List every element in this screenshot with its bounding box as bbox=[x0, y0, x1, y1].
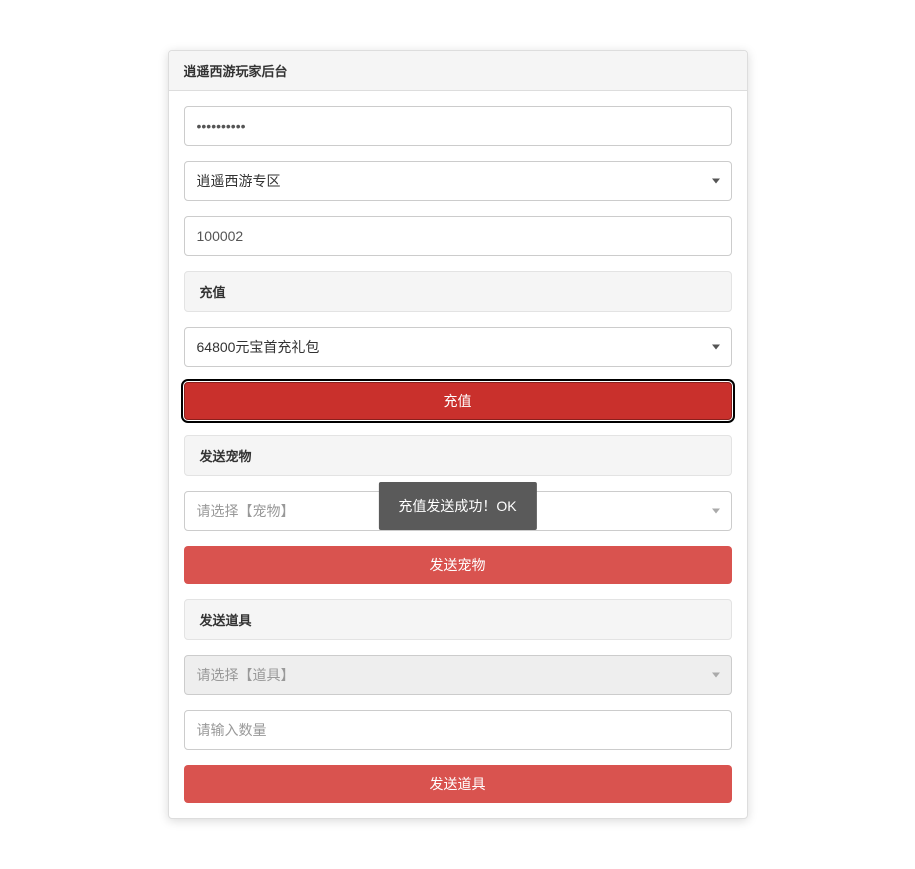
item-qty-input[interactable] bbox=[184, 710, 732, 750]
caret-down-icon bbox=[712, 179, 720, 184]
zone-select[interactable]: 逍遥西游专区 bbox=[184, 161, 732, 201]
caret-down-icon bbox=[712, 509, 720, 514]
player-id-group bbox=[184, 216, 732, 256]
admin-panel: 逍遥西游玩家后台 逍遥西游专区 充值 64800元宝首充礼包 充值 发送宠物 bbox=[168, 50, 748, 819]
package-group: 64800元宝首充礼包 bbox=[184, 327, 732, 367]
caret-down-icon bbox=[712, 345, 720, 350]
item-qty-group bbox=[184, 710, 732, 750]
zone-group: 逍遥西游专区 bbox=[184, 161, 732, 201]
panel-title: 逍遥西游玩家后台 bbox=[169, 51, 747, 91]
item-select-placeholder: 请选择【道具】 bbox=[184, 655, 732, 695]
pet-header: 发送宠物 bbox=[184, 435, 732, 476]
send-item-button[interactable]: 发送道具 bbox=[184, 765, 732, 803]
recharge-button-group: 充值 bbox=[184, 382, 732, 420]
password-input[interactable] bbox=[184, 106, 732, 146]
send-pet-button-group: 发送宠物 bbox=[184, 546, 732, 584]
toast-message: 充值发送成功！OK bbox=[378, 482, 536, 530]
zone-select-value: 逍遥西游专区 bbox=[184, 161, 732, 201]
item-select[interactable]: 请选择【道具】 bbox=[184, 655, 732, 695]
package-select-value: 64800元宝首充礼包 bbox=[184, 327, 732, 367]
recharge-header: 充值 bbox=[184, 271, 732, 312]
panel-body: 逍遥西游专区 充值 64800元宝首充礼包 充值 发送宠物 请选择【宠物】 bbox=[169, 91, 747, 818]
send-pet-button[interactable]: 发送宠物 bbox=[184, 546, 732, 584]
item-select-group: 请选择【道具】 bbox=[184, 655, 732, 695]
item-header: 发送道具 bbox=[184, 599, 732, 640]
recharge-button[interactable]: 充值 bbox=[184, 382, 732, 420]
player-id-input[interactable] bbox=[184, 216, 732, 256]
password-group bbox=[184, 106, 732, 146]
caret-down-icon bbox=[712, 673, 720, 678]
send-item-button-group: 发送道具 bbox=[184, 765, 732, 803]
package-select[interactable]: 64800元宝首充礼包 bbox=[184, 327, 732, 367]
